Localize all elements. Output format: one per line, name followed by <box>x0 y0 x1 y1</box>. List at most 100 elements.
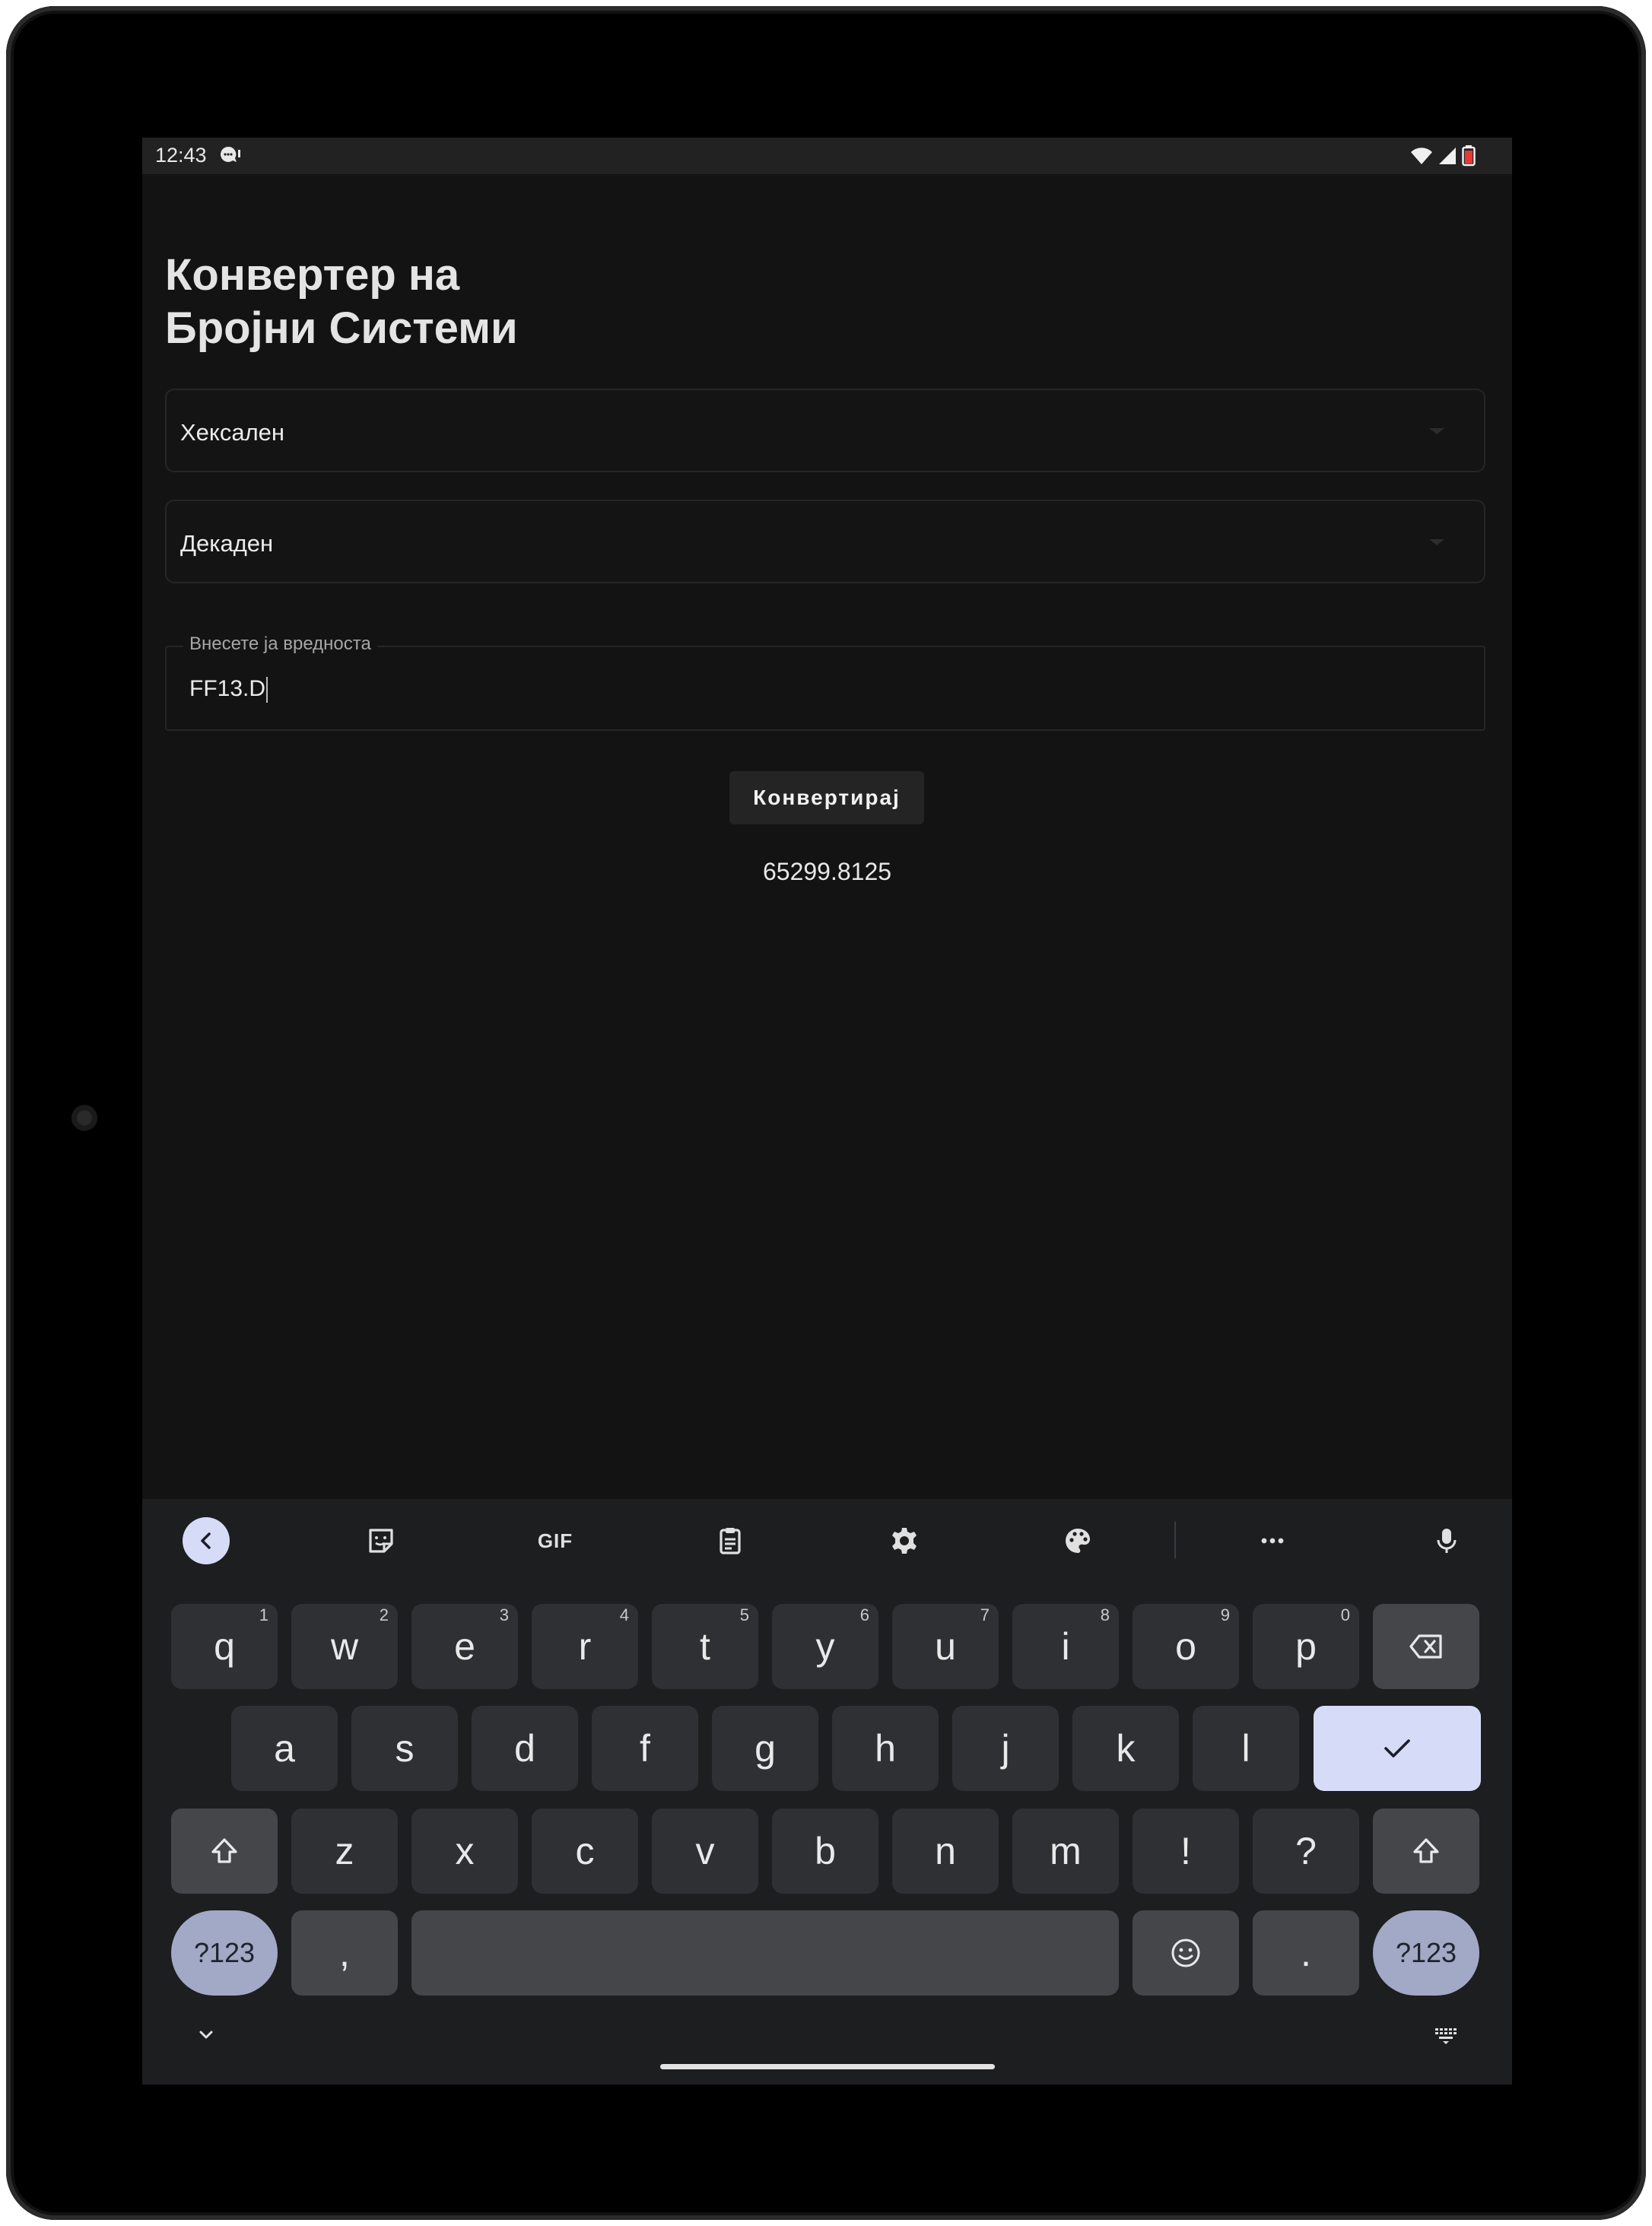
enter-key[interactable] <box>1314 1706 1481 1791</box>
key-label: ? <box>1295 1830 1317 1872</box>
key-g[interactable]: g <box>712 1706 818 1791</box>
keyboard-toolbar: GIF <box>142 1499 1512 1583</box>
key-label: x <box>455 1830 475 1872</box>
emoji-icon <box>1171 1939 1200 1967</box>
key-f[interactable]: f <box>592 1706 698 1791</box>
key-label: z <box>335 1830 354 1872</box>
value-input-field[interactable]: Внесете ја вредноста FF13.D <box>165 634 1485 731</box>
key-x[interactable]: x <box>411 1808 518 1894</box>
key-label: u <box>935 1625 956 1668</box>
comma-key[interactable]: , <box>291 1910 398 1996</box>
shift-key-right[interactable] <box>1373 1808 1479 1894</box>
key-label: f <box>640 1727 650 1770</box>
value-input-label: Внесете ја вредноста <box>183 634 377 655</box>
key-n[interactable]: n <box>892 1808 999 1894</box>
key-w[interactable]: w2 <box>291 1604 398 1689</box>
settings-icon[interactable] <box>881 1517 928 1564</box>
status-time: 12:43 <box>155 144 207 167</box>
key-h[interactable]: h <box>832 1706 939 1791</box>
signal-icon <box>1439 148 1456 164</box>
key-j[interactable]: j <box>952 1706 1059 1791</box>
key-r[interactable]: r4 <box>532 1604 638 1689</box>
clipboard-icon[interactable] <box>707 1517 754 1564</box>
key-v[interactable]: v <box>652 1808 758 1894</box>
key-hint: 8 <box>1100 1605 1110 1624</box>
hide-keyboard-icon[interactable] <box>183 2012 230 2059</box>
key-label: t <box>700 1625 710 1668</box>
key-label: r <box>578 1625 592 1668</box>
to-system-dropdown[interactable]: Декаден <box>165 500 1485 583</box>
key-label: d <box>514 1727 535 1770</box>
from-system-value: Хексален <box>180 419 285 446</box>
back-icon[interactable] <box>183 1517 230 1564</box>
convert-button[interactable]: Конвертирај <box>729 771 924 824</box>
more-icon[interactable] <box>1249 1517 1296 1564</box>
key-s[interactable]: s <box>351 1706 458 1791</box>
text-cursor <box>266 677 268 703</box>
key-label: ! <box>1180 1830 1191 1872</box>
chevron-down-icon <box>1429 539 1444 545</box>
value-input-text: FF13.D <box>189 676 266 701</box>
key-c[interactable]: c <box>532 1808 638 1894</box>
key-label: i <box>1061 1625 1070 1668</box>
emoji-key[interactable] <box>1133 1910 1239 1996</box>
sticker-icon[interactable] <box>357 1517 405 1564</box>
gif-button[interactable]: GIF <box>532 1517 579 1564</box>
key-u[interactable]: u7 <box>892 1604 999 1689</box>
toolbar-divider <box>1174 1522 1176 1558</box>
key-k[interactable]: k <box>1072 1706 1179 1791</box>
key-hint: 1 <box>259 1605 268 1624</box>
key-o[interactable]: o9 <box>1133 1604 1239 1689</box>
wifi-icon <box>1411 148 1432 164</box>
from-system-dropdown[interactable]: Хексален <box>165 389 1485 472</box>
page-title: Конвертер на Бројни Системи <box>165 249 518 355</box>
key-z[interactable]: z <box>291 1808 398 1894</box>
to-system-value: Декаден <box>180 530 274 557</box>
key-b[interactable]: b <box>772 1808 878 1894</box>
chevron-down-icon <box>1429 428 1444 434</box>
palette-icon[interactable] <box>1054 1517 1101 1564</box>
on-screen-keyboard: GIF q1 w2 e3 r4 t5 y6 u7 i8 o 9 p 0 a s … <box>142 1499 1512 2085</box>
key-d[interactable]: d <box>472 1706 578 1791</box>
symbols-key-right[interactable]: ?123 <box>1373 1910 1479 1996</box>
result-text: 65299.8125 <box>762 858 892 885</box>
value-input[interactable]: FF13.D <box>189 676 268 703</box>
key-hint: 5 <box>739 1605 749 1624</box>
shift-icon <box>211 1838 237 1863</box>
status-bar: 12:43 <box>142 138 1512 174</box>
key-hint: 6 <box>859 1605 869 1624</box>
key-hint: 0 <box>1340 1605 1350 1624</box>
key-label: q <box>214 1625 235 1668</box>
key-label: h <box>875 1727 896 1770</box>
key-m[interactable]: m <box>1012 1808 1119 1894</box>
key-label: e <box>454 1625 475 1668</box>
key-i[interactable]: i8 <box>1012 1604 1119 1689</box>
backspace-key[interactable] <box>1373 1604 1479 1689</box>
key-t[interactable]: t5 <box>652 1604 758 1689</box>
key-p[interactable]: p0 <box>1253 1604 1359 1689</box>
symbols-key-left[interactable]: ?123 <box>171 1910 278 1996</box>
key-label: w <box>330 1625 359 1668</box>
period-key[interactable]: . <box>1253 1910 1359 1996</box>
mic-icon[interactable] <box>1423 1517 1470 1564</box>
shift-icon <box>1413 1838 1439 1863</box>
key-a[interactable]: a <box>231 1706 338 1791</box>
key-question[interactable]: ? <box>1253 1808 1359 1894</box>
key-e[interactable]: e3 <box>411 1604 518 1689</box>
title-line-1: Конвертер на <box>165 250 460 300</box>
key-y[interactable]: y6 <box>772 1604 878 1689</box>
key-label: c <box>575 1830 595 1872</box>
key-hint: 2 <box>379 1605 389 1624</box>
keyboard-switch-icon[interactable] <box>1424 2012 1471 2059</box>
key-label: l <box>1241 1727 1250 1770</box>
title-line-2: Бројни Системи <box>165 303 518 353</box>
key-label: s <box>395 1727 415 1770</box>
shift-key-left[interactable] <box>171 1808 278 1894</box>
navigation-handle[interactable] <box>660 2064 995 2069</box>
space-key[interactable] <box>411 1910 1119 1996</box>
key-label: g <box>755 1727 776 1770</box>
key-exclamation[interactable]: ! <box>1133 1808 1239 1894</box>
key-q[interactable]: q1 <box>171 1604 278 1689</box>
key-l[interactable]: l <box>1193 1706 1299 1791</box>
checkmark-icon <box>1384 1739 1410 1758</box>
